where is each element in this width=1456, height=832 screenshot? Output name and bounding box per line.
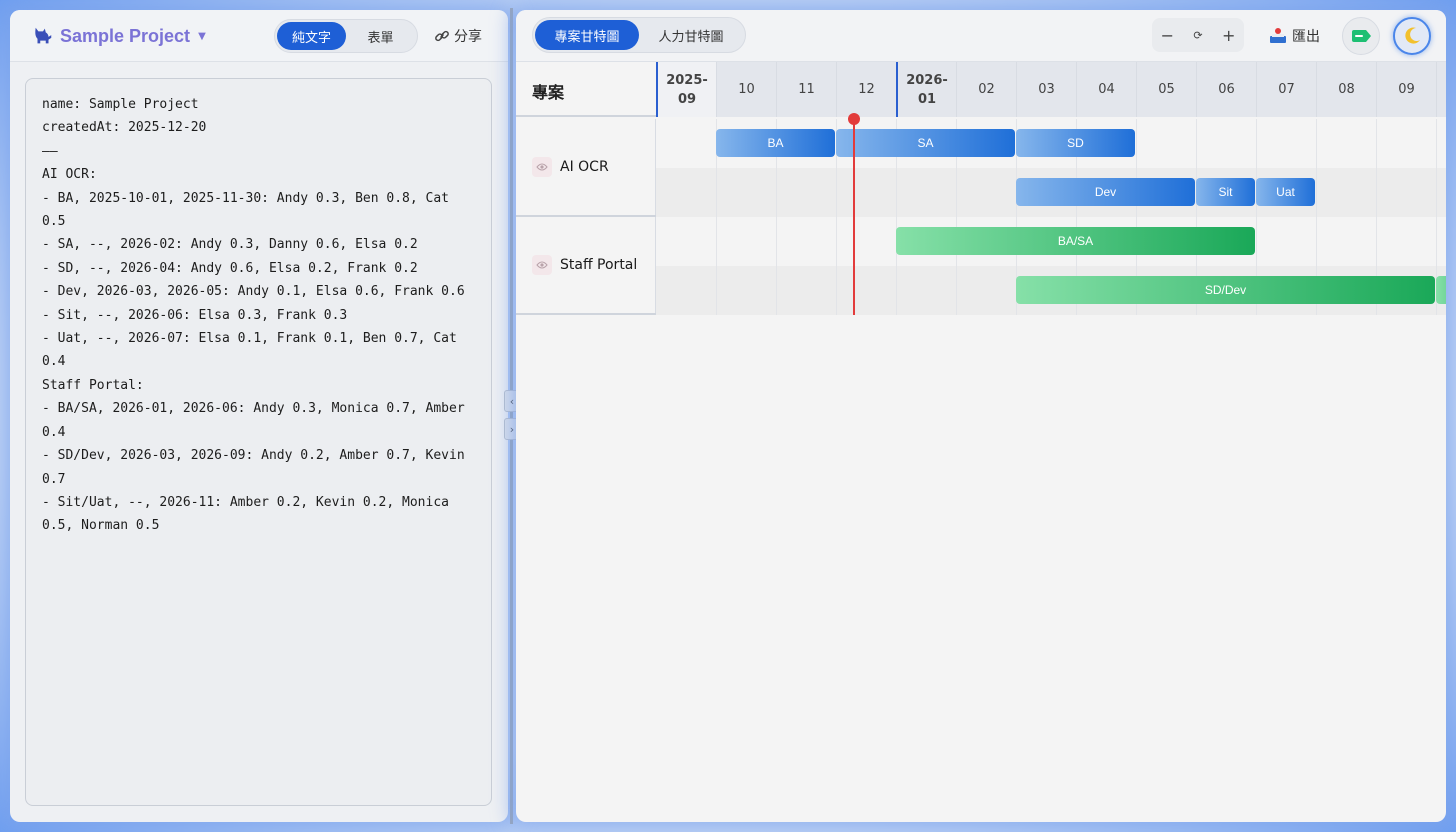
grid-line <box>1436 168 1437 217</box>
eye-icon[interactable] <box>532 157 552 177</box>
export-button[interactable]: 匯出 <box>1268 24 1320 48</box>
grid-line <box>896 168 897 217</box>
gantt-bar[interactable]: Uat <box>1256 178 1315 206</box>
tab-plain-text[interactable]: 純文字 <box>277 22 346 50</box>
zoom-in-button[interactable]: + <box>1215 26 1243 45</box>
month-header: 07 <box>1256 62 1316 117</box>
gantt-bar[interactable]: SA <box>836 129 1015 157</box>
month-header: 09 <box>1376 62 1436 117</box>
grid-line <box>896 266 897 315</box>
grid-line <box>1316 168 1317 217</box>
grid-line <box>1436 119 1437 168</box>
grid-line <box>1316 217 1317 266</box>
grid-line <box>1376 119 1377 168</box>
project-name: Staff Portal <box>560 257 638 273</box>
theme-toggle-button[interactable] <box>1393 17 1431 55</box>
tag-button[interactable] <box>1342 17 1380 55</box>
grid-line <box>836 266 837 315</box>
gantt-view-toggle: 專案甘特圖 人力甘特圖 <box>532 17 746 53</box>
grid-line <box>1436 217 1437 266</box>
grid-line <box>716 168 717 217</box>
gantt-bar[interactable] <box>1436 276 1446 304</box>
gantt-bar[interactable]: SD/Dev <box>1016 276 1435 304</box>
share-label: 分享 <box>454 29 482 45</box>
grid-line <box>716 266 717 315</box>
gantt-bar[interactable]: Sit <box>1196 178 1255 206</box>
month-header: 03 <box>1016 62 1076 117</box>
project-row: BA/SA SD/Dev Staff Portal <box>516 217 1446 315</box>
grid-line <box>956 266 957 315</box>
project-row-label: AI OCR <box>516 119 656 215</box>
grid-line <box>776 217 777 266</box>
export-tray-icon <box>1270 28 1286 43</box>
share-button[interactable]: 分享 <box>434 24 482 48</box>
month-header-overflow <box>1436 62 1446 117</box>
project-column-header: 專案 <box>532 83 565 102</box>
month-header: 10 <box>716 62 776 117</box>
gantt-lane: SD/Dev <box>656 266 1446 315</box>
editor-mode-toggle: 純文字 表單 <box>274 19 418 53</box>
tab-form[interactable]: 表單 <box>346 22 415 50</box>
gantt-toolbar: 專案甘特圖 人力甘特圖 − ⟳ + 匯出 <box>516 10 1446 62</box>
zoom-out-button[interactable]: − <box>1153 26 1181 45</box>
gantt-lane: BA SA SD <box>656 119 1446 168</box>
chevron-down-icon: ▼ <box>198 30 206 42</box>
panel-splitter[interactable] <box>510 8 513 824</box>
month-header: 12 <box>836 62 896 117</box>
zoom-controls: − ⟳ + <box>1152 18 1244 52</box>
gantt-bar[interactable]: Dev <box>1016 178 1195 206</box>
grid-line <box>836 168 837 217</box>
tab-staff-gantt[interactable]: 人力甘特圖 <box>639 20 743 50</box>
link-icon <box>435 30 449 42</box>
month-header: 08 <box>1316 62 1376 117</box>
month-header: 11 <box>776 62 836 117</box>
month-header: 2026- 01 <box>896 62 956 117</box>
export-label: 匯出 <box>1292 29 1320 45</box>
grid-line <box>776 168 777 217</box>
gantt-bar[interactable]: BA/SA <box>896 227 1255 255</box>
gantt-lane: BA/SA <box>656 217 1446 266</box>
grid-line <box>776 266 777 315</box>
project-title: Sample Project <box>60 25 191 46</box>
gantt-bar[interactable]: BA <box>716 129 835 157</box>
grid-line <box>716 217 717 266</box>
tag-icon <box>1352 30 1371 42</box>
grid-line <box>1376 217 1377 266</box>
editor-toolbar: Sample Project ▼ 純文字 表單 分享 <box>10 10 508 62</box>
gantt-panel: 專案甘特圖 人力甘特圖 − ⟳ + 匯出 專案 2025- 09 10 11 1… <box>516 10 1446 822</box>
grid-line <box>1256 119 1257 168</box>
project-text-editor[interactable]: name: Sample Project createdAt: 2025-12-… <box>25 78 492 806</box>
grid-line <box>1256 217 1257 266</box>
grid-line <box>1376 168 1377 217</box>
month-header: 2025- 09 <box>656 62 716 117</box>
grid-line <box>1136 119 1137 168</box>
gantt-lane: Dev Sit Uat <box>656 168 1446 217</box>
eye-icon[interactable] <box>532 255 552 275</box>
editor-panel: Sample Project ▼ 純文字 表單 分享 name: Sample … <box>10 10 508 822</box>
grid-line <box>956 168 957 217</box>
month-header: 04 <box>1076 62 1136 117</box>
month-header: 02 <box>956 62 1016 117</box>
month-header: 06 <box>1196 62 1256 117</box>
project-name: AI OCR <box>560 159 609 175</box>
gantt-bar[interactable]: SD <box>1016 129 1135 157</box>
grid-line <box>1196 119 1197 168</box>
today-line <box>853 119 855 315</box>
today-marker-dot <box>848 113 860 125</box>
tab-project-gantt[interactable]: 專案甘特圖 <box>535 20 639 50</box>
zoom-reset-button[interactable]: ⟳ <box>1184 29 1212 42</box>
month-header: 05 <box>1136 62 1196 117</box>
project-row-label: Staff Portal <box>516 217 656 313</box>
project-row: BA SA SD Dev Sit Uat AI OCR <box>516 119 1446 217</box>
grid-line <box>836 217 837 266</box>
moon-icon <box>1405 27 1420 44</box>
grid-line <box>1316 119 1317 168</box>
gantt-timeline-header: 專案 2025- 09 10 11 12 2026- 01 02 03 04 05 06 07 08 0… <box>516 62 1446 117</box>
project-selector[interactable]: Sample Project ▼ <box>32 22 206 50</box>
cat-logo-icon <box>35 27 52 44</box>
